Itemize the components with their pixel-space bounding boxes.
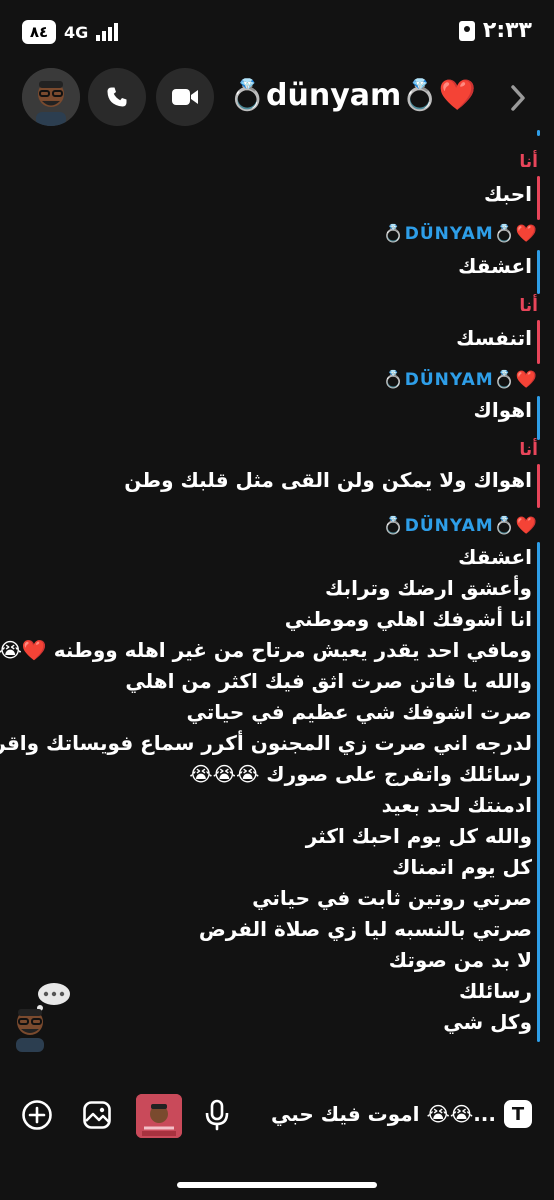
video-call-button[interactable]	[156, 68, 214, 126]
phone-icon	[107, 87, 127, 107]
sender-name: ❤️💍DÜNYAM💍	[382, 224, 538, 244]
status-bar: ٨٤ 4G ٢:٣٣	[0, 0, 554, 62]
chat-title[interactable]: 💍dünyam💍❤️	[229, 78, 476, 113]
gallery-button[interactable]	[80, 1098, 114, 1132]
message-text: احبك	[483, 182, 532, 206]
message-line: صرت اشوفك شي عظيم في حياتي	[186, 700, 532, 724]
voice-button[interactable]	[200, 1098, 234, 1132]
sender-name: ❤️💍DÜNYAM💍	[382, 516, 538, 536]
sender-name: أنا	[519, 440, 538, 460]
message-line: لدرجه اني صرت زي المجنون أكرر سماع فويسا…	[0, 731, 532, 755]
message-text: اعشقك وأعشق ارضك وترابك انا أشوفك اهلي و…	[0, 542, 532, 1038]
message-line: لا بد من صوتك	[388, 948, 532, 972]
status-left: ٨٤ 4G	[22, 20, 120, 44]
sender-name: ❤️💍DÜNYAM💍	[382, 370, 538, 390]
message-bar	[537, 320, 540, 364]
bitmoji-sticker-icon	[136, 1094, 182, 1138]
message-input[interactable]: ...😭😭 اموت فيك حبي	[271, 1102, 496, 1126]
message-line: انا أشوفك اهلي وموطني	[284, 607, 532, 631]
message-text: اهواك	[473, 398, 532, 422]
call-button[interactable]	[88, 68, 146, 126]
message-line: وكل شي	[443, 1010, 532, 1034]
status-right: ٢:٣٣	[458, 18, 532, 43]
text-icon: T	[511, 1103, 525, 1125]
message-line: كل يوم اتمناك	[392, 855, 532, 879]
message-list[interactable]: أنا احبك ❤️💍DÜNYAM💍 اعشقك أنا اتنفسك ❤️💍…	[0, 130, 554, 1070]
battery-indicator: ٨٤	[22, 20, 56, 44]
sender-name: أنا	[519, 296, 538, 316]
message-line: رسائلك واتفرج على صورك 😭😭😭	[189, 762, 532, 786]
text-format-button[interactable]: T	[504, 1100, 532, 1128]
chat-input-bar: ...😭😭 اموت فيك حبي T	[0, 1080, 554, 1150]
bitmoji-avatar-icon	[22, 68, 80, 126]
sticker-button[interactable]	[136, 1094, 182, 1138]
message-line: صرتي بالنسبه ليا زي صلاة الفرض	[198, 917, 532, 941]
network-type: 4G	[64, 22, 89, 42]
chevron-right-icon[interactable]	[510, 84, 526, 112]
video-camera-icon	[172, 89, 198, 105]
message-line: اعشقك	[458, 545, 532, 569]
avatar[interactable]	[22, 68, 80, 126]
lock-icon	[458, 20, 475, 41]
message-line: صرتي روتين ثابت في حياتي	[252, 886, 532, 910]
chat-header: 💍dünyam💍❤️	[0, 68, 554, 128]
message-text: اتنفسك	[456, 326, 532, 350]
message-bar	[537, 250, 540, 294]
signal-icon	[96, 23, 119, 41]
message-line: ادمنتك لحد بعيد	[381, 793, 532, 817]
microphone-icon	[205, 1099, 229, 1131]
clock: ٢:٣٣	[482, 18, 532, 43]
message-bar	[537, 176, 540, 220]
message-bar	[537, 464, 540, 508]
home-indicator[interactable]	[177, 1182, 377, 1188]
add-button[interactable]	[20, 1098, 54, 1132]
bitmoji-typing-icon	[16, 983, 70, 1052]
message-line: وأعشق ارضك وترابك	[325, 576, 532, 600]
message-line: رسائلك	[459, 979, 532, 1003]
message-bar	[537, 130, 540, 136]
message-bar	[537, 542, 540, 1042]
image-icon	[83, 1101, 111, 1129]
message-text: اعشقك	[458, 254, 532, 278]
plus-circle-icon	[22, 1100, 52, 1130]
message-line: ومافي احد يقدر يعيش مرتاح من غير اهله وو…	[0, 638, 532, 662]
message-bar	[537, 396, 540, 440]
message-line: والله يا فاتن صرت اثق فيك اكثر من اهلي	[125, 669, 532, 693]
message-line: والله كل يوم احبك اكثر	[305, 824, 532, 848]
sender-name: أنا	[519, 152, 538, 172]
message-text: اهواك ولا يمكن ولن القى مثل قلبك وطن	[124, 468, 532, 492]
